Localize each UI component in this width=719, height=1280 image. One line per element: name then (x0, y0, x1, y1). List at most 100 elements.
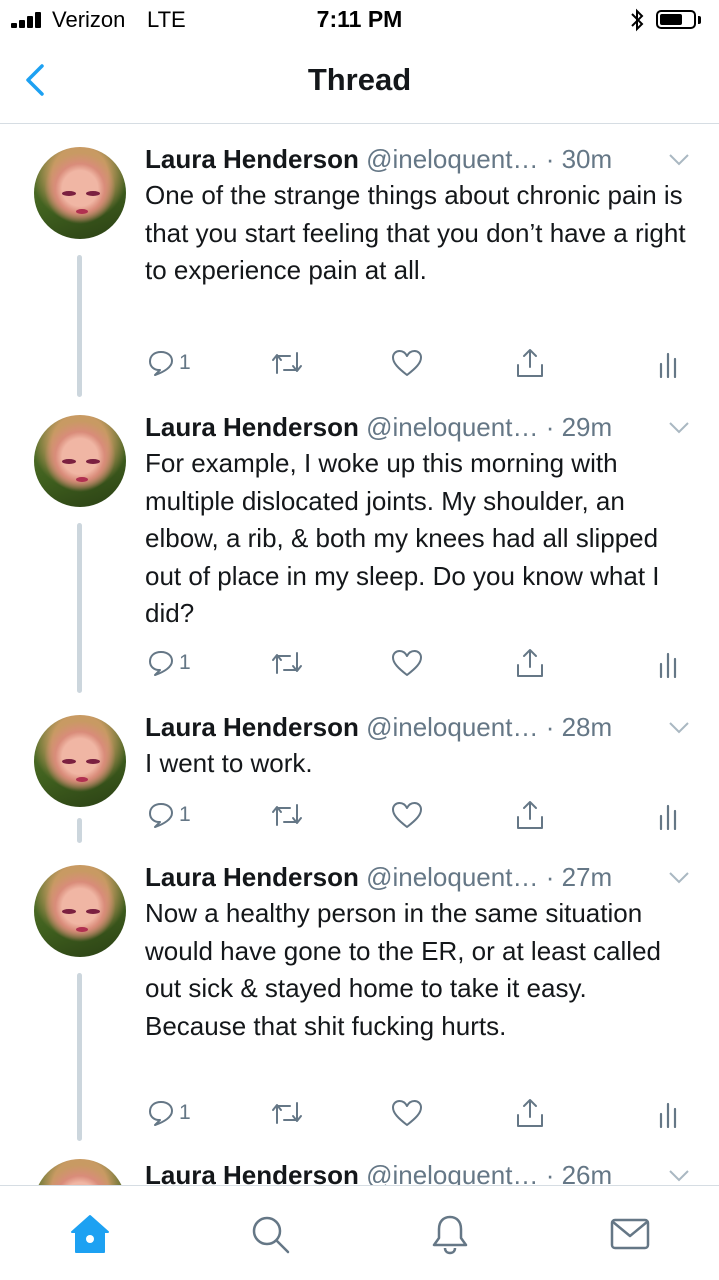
analytics-button[interactable] (658, 345, 682, 381)
avatar[interactable] (34, 1159, 126, 1185)
tweet-actions: 1 (0, 645, 719, 681)
author-name[interactable]: Laura Henderson (145, 412, 359, 442)
tweet-text: One of the strange things about chronic … (145, 180, 686, 285)
reply-count: 1 (179, 803, 191, 826)
reply-button[interactable]: 1 (147, 345, 191, 381)
analytics-button[interactable] (658, 1095, 682, 1131)
tweet-text: For example, I woke up this morning with… (145, 448, 660, 628)
retweet-button[interactable] (270, 645, 304, 681)
tweet[interactable]: Laura Henderson @ineloquent… · 26m (0, 1141, 719, 1185)
thread-feed[interactable]: Laura Henderson @ineloquent… · 30m One o… (0, 125, 719, 1185)
navigation-bar: Thread (0, 40, 719, 124)
tweet[interactable]: Laura Henderson @ineloquent… · 30m One o… (0, 125, 719, 397)
retweet-icon (272, 652, 302, 674)
tweet[interactable]: Laura Henderson @ineloquent… · 28m I wen… (0, 693, 719, 843)
share-button[interactable] (514, 797, 546, 833)
status-time: 7:11 PM (316, 6, 403, 32)
tweet-header: Laura Henderson @ineloquent… · 28m (145, 711, 612, 743)
like-button[interactable] (391, 645, 423, 681)
chevron-down-icon[interactable] (668, 153, 690, 167)
analytics-icon (659, 804, 677, 830)
author-name[interactable]: Laura Henderson (145, 1160, 359, 1185)
like-button[interactable] (391, 345, 423, 381)
retweet-icon (272, 1102, 302, 1124)
author-name[interactable]: Laura Henderson (145, 862, 359, 892)
tweet-header: Laura Henderson @ineloquent… · 27m (145, 861, 612, 893)
tweet-actions: 1 (0, 345, 719, 381)
tweet-header: Laura Henderson @ineloquent… · 29m (145, 411, 612, 443)
author-handle[interactable]: @ineloquent… (366, 712, 538, 742)
mail-icon[interactable] (608, 1212, 652, 1256)
tweet-text: Now a healthy person in the same situati… (145, 898, 661, 1041)
author-handle[interactable]: @ineloquent… (366, 1160, 538, 1185)
retweet-button[interactable] (270, 1095, 304, 1131)
retweet-button[interactable] (270, 345, 304, 381)
retweet-icon (272, 352, 302, 374)
reply-icon (149, 803, 173, 828)
analytics-button[interactable] (658, 645, 682, 681)
retweet-button[interactable] (270, 797, 304, 833)
heart-icon (392, 802, 422, 828)
share-icon (517, 801, 543, 829)
page-title: Thread (307, 62, 412, 97)
author-handle[interactable]: @ineloquent… (366, 412, 538, 442)
share-icon (517, 649, 543, 677)
reply-count: 1 (179, 651, 191, 674)
reply-icon (149, 1101, 173, 1126)
home-icon[interactable] (68, 1212, 112, 1256)
share-button[interactable] (514, 645, 546, 681)
search-icon[interactable] (248, 1212, 292, 1256)
author-handle[interactable]: @ineloquent… (366, 862, 538, 892)
tweet-time: · 30m (545, 144, 613, 174)
reply-button[interactable]: 1 (147, 797, 191, 833)
tweet[interactable]: Laura Henderson @ineloquent… · 27m Now a… (0, 843, 719, 1141)
author-name[interactable]: Laura Henderson (145, 712, 359, 742)
share-button[interactable] (514, 345, 546, 381)
heart-icon (392, 1100, 422, 1126)
tweet-text: I went to work. (145, 748, 313, 778)
chevron-down-icon[interactable] (668, 421, 690, 435)
analytics-icon (659, 1102, 677, 1128)
share-icon (517, 1099, 543, 1127)
tweet-time: · 27m (545, 862, 613, 892)
share-icon (517, 349, 543, 377)
status-bar: Verizon LTE 7:11 PM (0, 0, 719, 40)
battery-icon (656, 10, 696, 29)
reply-icon (149, 651, 173, 676)
retweet-icon (272, 804, 302, 826)
author-handle[interactable]: @ineloquent… (366, 144, 538, 174)
tweet-time: · 29m (545, 412, 613, 442)
analytics-icon (659, 352, 677, 378)
reply-count: 1 (179, 1101, 191, 1124)
tweet-header: Laura Henderson @ineloquent… · 30m (145, 143, 612, 175)
reply-button[interactable]: 1 (147, 645, 191, 681)
reply-button[interactable]: 1 (147, 1095, 191, 1131)
like-button[interactable] (391, 797, 423, 833)
chevron-down-icon[interactable] (668, 871, 690, 885)
tweet-time: · 26m (545, 1160, 613, 1185)
reply-icon (149, 351, 173, 376)
bluetooth-icon (631, 8, 644, 32)
tweet-actions: 1 (0, 797, 719, 833)
bell-icon[interactable] (428, 1212, 472, 1256)
heart-icon (392, 650, 422, 676)
tweet-actions: 1 (0, 1095, 719, 1131)
analytics-icon (659, 652, 677, 678)
analytics-button[interactable] (658, 797, 682, 833)
heart-icon (392, 350, 422, 376)
avatar[interactable] (34, 415, 126, 507)
like-button[interactable] (391, 1095, 423, 1131)
share-button[interactable] (514, 1095, 546, 1131)
tab-bar (0, 1185, 719, 1280)
avatar[interactable] (34, 865, 126, 957)
reply-count: 1 (179, 351, 191, 374)
tweet[interactable]: Laura Henderson @ineloquent… · 29m For e… (0, 393, 719, 693)
chevron-down-icon[interactable] (668, 1169, 690, 1183)
avatar[interactable] (34, 147, 126, 239)
battery-tip (698, 16, 701, 24)
tweet-time: · 28m (545, 712, 613, 742)
tweet-header: Laura Henderson @ineloquent… · 26m (145, 1159, 612, 1185)
author-name[interactable]: Laura Henderson (145, 144, 359, 174)
avatar[interactable] (34, 715, 126, 807)
chevron-down-icon[interactable] (668, 721, 690, 735)
